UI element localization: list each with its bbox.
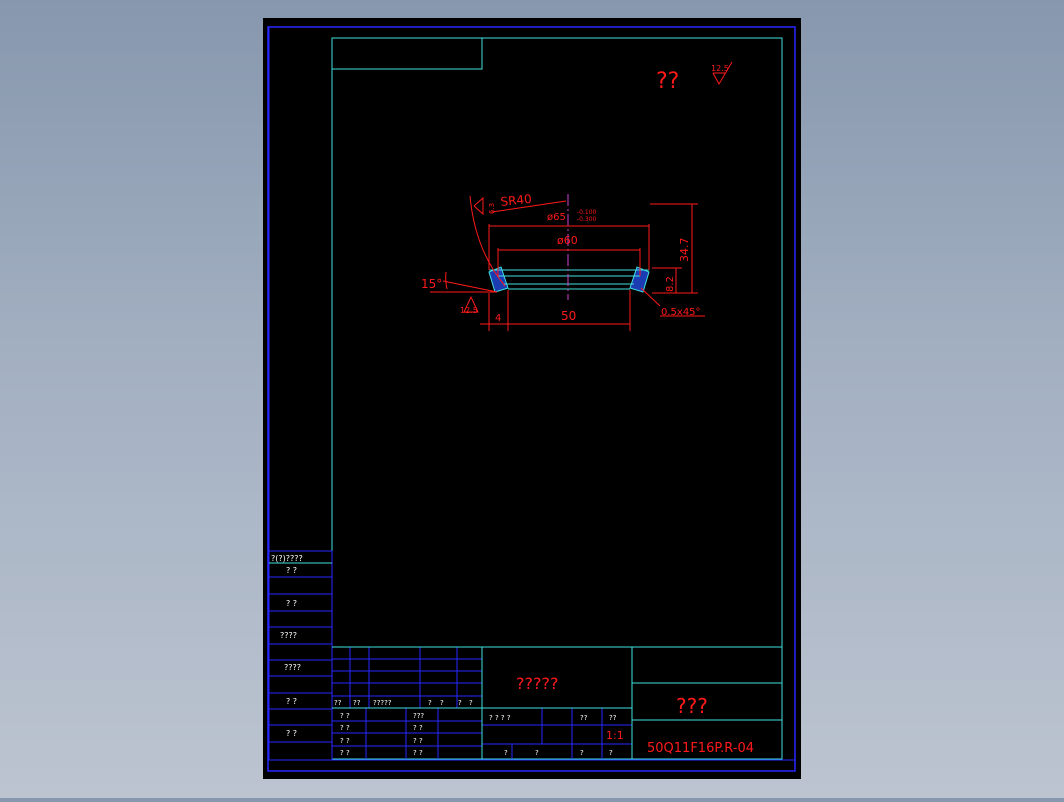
dim-chamfer: 0.5x45° xyxy=(661,307,701,318)
dim-tol-lower: -0.300 xyxy=(577,216,597,223)
bottom-0: ? xyxy=(504,749,508,757)
dim-h82: 8.2 xyxy=(665,276,676,292)
cad-viewport: ?? 12.5 SR40 6.3 ø65 -0.100 -0.300 ø60 3… xyxy=(0,0,1064,798)
drawing-sheet: ?? 12.5 SR40 6.3 ø65 -0.100 -0.300 ø60 3… xyxy=(263,18,801,779)
sign-2-a: ? ? xyxy=(340,737,350,745)
roughness-header: ?? xyxy=(656,69,679,94)
side-row-0: ?(?)???? xyxy=(271,554,303,563)
side-row-5: ???? xyxy=(280,631,297,640)
dim-roughness-small: 6.3 xyxy=(488,203,496,214)
roughness-value: 12.5 xyxy=(711,64,729,73)
label-4: ? xyxy=(440,699,444,707)
sign-2-b: ? ? xyxy=(413,737,423,745)
dim-angle: 15° xyxy=(421,277,442,291)
side-row-9: ? ? xyxy=(286,697,297,706)
mid-0: ? ? ? ? xyxy=(489,714,511,722)
dim-d65: ø65 xyxy=(547,212,566,223)
label-2: ????? xyxy=(373,699,392,707)
label-0: ?? xyxy=(334,699,342,707)
mid-1: ?? xyxy=(580,714,588,722)
bottom-1: ? xyxy=(535,749,539,757)
material-text: ????? xyxy=(516,674,558,693)
part-name-text: ??? xyxy=(676,694,708,718)
dim-d60: ø60 xyxy=(557,234,578,247)
label-6: ? xyxy=(469,699,473,707)
scale-value: 1:1 xyxy=(606,729,624,742)
sign-1-a: ? ? xyxy=(340,724,350,732)
label-3: ? xyxy=(428,699,432,707)
sign-1-b: ? ? xyxy=(413,724,423,732)
side-row-7: ???? xyxy=(284,663,301,672)
label-5: ? xyxy=(458,699,462,707)
drawing-number: 50Q11F16P.R-04 xyxy=(647,741,754,756)
bottom-2: ? xyxy=(580,749,584,757)
dim-tol-upper: -0.100 xyxy=(577,209,597,216)
dim-h347: 34.7 xyxy=(678,238,691,263)
sign-3-b: ? ? xyxy=(413,749,423,757)
sign-0-b: ??? xyxy=(413,712,424,720)
bottom-3: ? xyxy=(609,749,613,757)
dim-roughness-left: 12.5 xyxy=(460,306,478,315)
label-1: ?? xyxy=(353,699,361,707)
sheet-canvas xyxy=(263,18,801,779)
dim-w50: 50 xyxy=(561,309,576,323)
side-row-3: ? ? xyxy=(286,599,297,608)
sign-3-a: ? ? xyxy=(340,749,350,757)
sign-0-a: ? ? xyxy=(340,712,350,720)
side-row-11: ? ? xyxy=(286,729,297,738)
side-row-1: ? ? xyxy=(286,566,297,575)
dim-w4: 4 xyxy=(495,313,501,324)
mid-2: ?? xyxy=(609,714,617,722)
